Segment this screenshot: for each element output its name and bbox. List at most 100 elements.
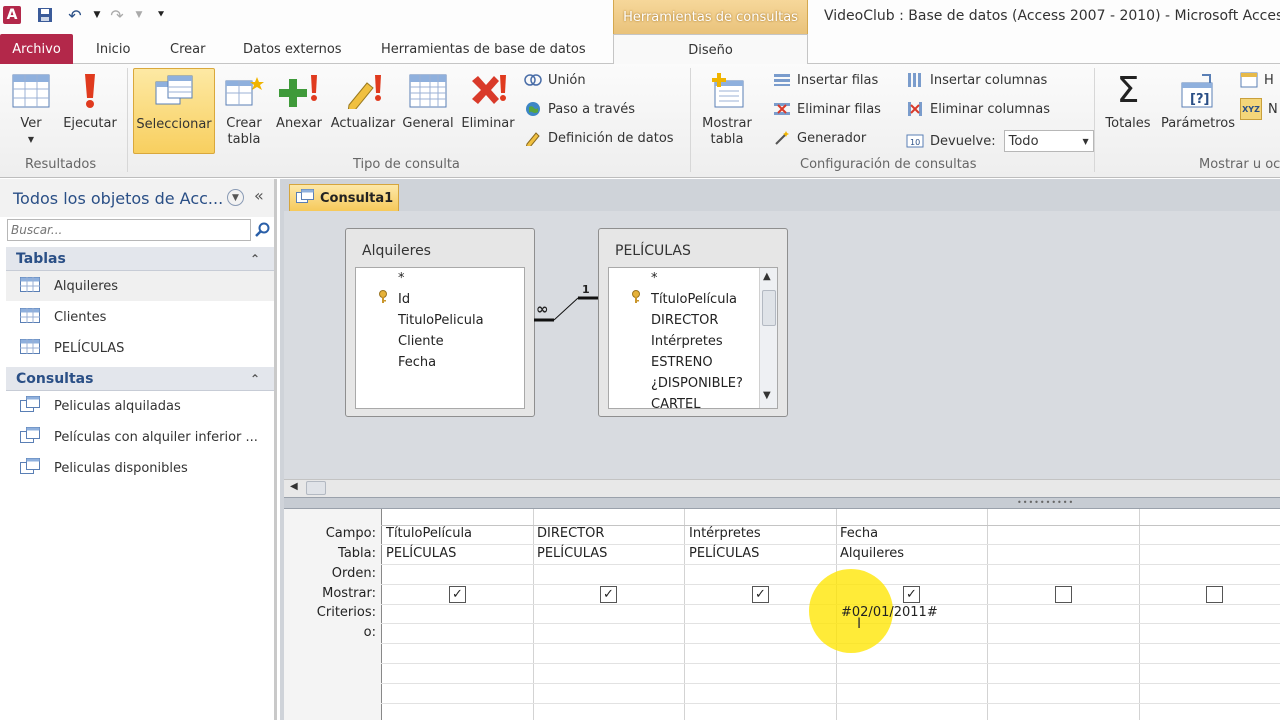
nav-item-table[interactable]: Alquileres [6, 271, 274, 301]
grid-field-cell[interactable]: Fecha [840, 526, 878, 541]
make-table-label-1: Crear [226, 116, 262, 131]
nav-pane-title: Todos los objetos de Acc... [13, 188, 224, 208]
scroll-thumb[interactable] [762, 290, 776, 326]
pane-splitter[interactable]: •••••••••• [284, 497, 1280, 509]
collapse-chevron-icon[interactable]: ⌃ [250, 252, 260, 266]
grid-table-cell[interactable]: Alquileres [840, 546, 904, 561]
nav-item-query[interactable]: Peliculas alquiladas [6, 391, 274, 421]
grid-field-cell[interactable]: DIRECTOR [537, 526, 604, 541]
nav-item-query[interactable]: Películas con alquiler inferior ... [6, 422, 274, 452]
undo-dropdown-icon[interactable]: ▼ [88, 6, 106, 24]
show-table-button[interactable]: Mostrar tabla [698, 70, 756, 148]
results-group-label: Resultados [25, 157, 97, 172]
field-item[interactable]: DIRECTOR [651, 313, 718, 328]
document-tab-query1[interactable]: Consulta1 [289, 184, 399, 211]
tab-home[interactable]: Inicio [86, 34, 140, 64]
field-item[interactable]: * [398, 271, 405, 286]
return-select[interactable]: Todo ▼ [1003, 130, 1094, 152]
append-button[interactable]: Anexar [273, 70, 325, 132]
make-table-button[interactable]: Crear tabla [221, 70, 267, 148]
field-item[interactable]: TituloPelicula [398, 313, 484, 328]
union-button[interactable]: Unión [524, 72, 586, 88]
tab-create[interactable]: Crear [160, 34, 215, 64]
parameters-button[interactable]: [?] Parámetros [1157, 70, 1239, 132]
grid-field-cell[interactable]: TítuloPelícula [386, 526, 472, 541]
grid-table-cell[interactable]: PELÍCULAS [386, 546, 456, 561]
show-checkbox[interactable] [1055, 586, 1072, 603]
access-logo-icon[interactable]: A [3, 6, 21, 24]
scroll-thumb[interactable] [306, 481, 326, 495]
insert-columns-button[interactable]: Insertar columnas [906, 72, 1047, 88]
shutter-bar-close-icon[interactable]: « [254, 186, 264, 205]
contextual-tab-group: Herramientas de consultas [613, 0, 808, 34]
crosstab-button[interactable]: General [400, 70, 456, 132]
scroll-down-icon[interactable]: ▼ [763, 390, 771, 401]
tab-database-tools[interactable]: Herramientas de base de datos [371, 34, 596, 64]
show-checkbox[interactable]: ✓ [752, 586, 769, 603]
nav-search-input[interactable] [7, 219, 251, 241]
criteria-cell[interactable]: ​#02/01/2011# [841, 605, 938, 620]
nav-item-table[interactable]: PELÍCULAS [6, 333, 274, 363]
delete-query-button[interactable]: Eliminar [459, 70, 517, 132]
search-icon[interactable] [253, 220, 273, 240]
navigation-pane: Todos los objetos de Acc... ▼ « Tablas ⌃… [0, 179, 277, 720]
builder-wand-icon [773, 130, 791, 146]
show-checkbox[interactable] [1206, 586, 1223, 603]
save-icon[interactable] [36, 6, 54, 24]
field-list-scrollbar[interactable]: ▲ ▼ [759, 268, 777, 408]
field-item[interactable]: * [651, 271, 658, 286]
customize-qat-icon[interactable]: ⯆ [152, 6, 170, 24]
field-item[interactable]: Fecha [398, 355, 436, 370]
nav-item-table[interactable]: Clientes [6, 302, 274, 332]
collapse-chevron-icon[interactable]: ⌃ [250, 372, 260, 386]
queries-section-label: Consultas [16, 370, 94, 387]
data-definition-button[interactable]: Definición de datos [524, 130, 674, 146]
update-button[interactable]: Actualizar [328, 70, 398, 132]
property-sheet-button[interactable]: H [1240, 72, 1274, 88]
nav-item-query[interactable]: Peliculas disponibles [6, 453, 274, 483]
field-item[interactable]: Intérpretes [651, 334, 723, 349]
field-item[interactable]: ¿DISPONIBLE? [651, 376, 743, 391]
redo-dropdown-icon[interactable]: ▼ [130, 6, 148, 24]
insert-rows-button[interactable]: Insertar filas [773, 72, 878, 88]
tab-design[interactable]: Diseño [613, 34, 808, 65]
delete-columns-button[interactable]: Eliminar columnas [906, 101, 1050, 117]
datasheet-view-icon [10, 70, 52, 112]
nav-section-queries[interactable]: Consultas ⌃ [6, 367, 274, 391]
show-checkbox[interactable]: ✓ [600, 586, 617, 603]
show-checkbox[interactable]: ✓ [903, 586, 920, 603]
grid-table-cell[interactable]: PELÍCULAS [689, 546, 759, 561]
totals-button[interactable]: Σ Totales [1102, 70, 1154, 132]
grid-field-cell[interactable]: Intérpretes [689, 526, 761, 541]
table-names-button[interactable]: XYZ N [1240, 98, 1278, 120]
field-list-peliculas[interactable]: PELÍCULAS * TítuloPelícula DIRECTOR Inté… [598, 228, 788, 417]
nav-section-tables[interactable]: Tablas ⌃ [6, 247, 274, 271]
field-item[interactable]: ESTRENO [651, 355, 713, 370]
grid-table-cell[interactable]: PELÍCULAS [537, 546, 607, 561]
show-checkbox[interactable]: ✓ [449, 586, 466, 603]
table-icon [20, 338, 40, 358]
select-query-button[interactable]: Seleccionar [133, 68, 215, 154]
scroll-up-icon[interactable]: ▲ [763, 271, 771, 282]
view-button[interactable]: Ver ▼ [8, 70, 54, 148]
delete-rows-label: Eliminar filas [797, 101, 881, 117]
tab-file[interactable]: Archivo [0, 34, 73, 64]
union-rings-icon [524, 72, 542, 88]
field-item[interactable]: TítuloPelícula [651, 292, 737, 307]
tab-external-data[interactable]: Datos externos [233, 34, 352, 64]
field-item[interactable]: Cliente [398, 334, 444, 349]
run-button[interactable]: Ejecutar [60, 70, 120, 132]
nav-menu-dropdown-icon[interactable]: ▼ [227, 189, 244, 206]
field-item[interactable]: CARTEL [651, 397, 700, 408]
passthrough-button[interactable]: Paso a través [524, 101, 635, 117]
nav-pane-header[interactable]: Todos los objetos de Acc... ▼ « [0, 179, 274, 217]
redo-icon[interactable]: ↷ [108, 6, 126, 25]
builder-button[interactable]: Generador [773, 130, 866, 146]
field-list-alquileres[interactable]: Alquileres * Id TituloPelicula Cliente F… [345, 228, 535, 417]
upper-pane-horizontal-scrollbar[interactable]: ◀ [284, 479, 1280, 497]
undo-icon[interactable]: ↶ [66, 6, 84, 25]
field-item[interactable]: Id [398, 292, 410, 307]
append-icon [278, 70, 320, 112]
scroll-left-icon[interactable]: ◀ [290, 481, 298, 492]
delete-rows-button[interactable]: Eliminar filas [773, 101, 881, 117]
